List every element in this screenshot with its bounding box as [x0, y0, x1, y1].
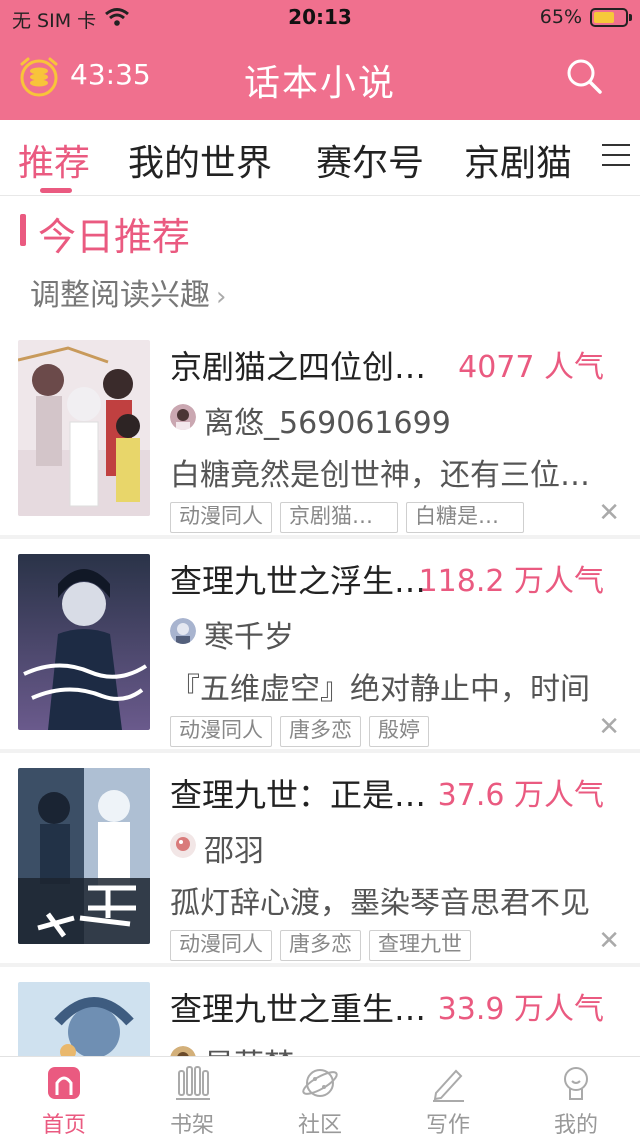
pen-write-icon: [433, 1069, 464, 1102]
tag-list: 动漫同人京剧猫之四位白糖是创世神: [170, 502, 532, 534]
book-cover-image: [18, 982, 150, 1056]
book-title[interactable]: 京剧猫之四位创世神: [170, 342, 440, 388]
book-description: 孤灯辞心渡，墨染琴音思君不见: [170, 886, 590, 921]
tab-jingjumao[interactable]: 京剧猫: [464, 134, 572, 186]
tag-list: 动漫同人 唐多恋 殷婷: [170, 716, 437, 748]
nav-bookshelf[interactable]: 书架: [128, 1063, 256, 1139]
tag[interactable]: 唐多恋: [280, 716, 361, 747]
nav-label: 我的: [553, 1113, 598, 1138]
dismiss-icon[interactable]: ✕: [598, 926, 620, 956]
list-item[interactable]: 京剧猫之四位创世神 4077 人气 离悠_569061699 白糖竟然是创世神，…: [0, 326, 640, 540]
profile-icon: [564, 1067, 588, 1100]
top-bar: 无 SIM 卡 20:13 65% 43:35 话本小说: [0, 0, 640, 120]
app-title: 话本小说: [243, 63, 396, 104]
tag[interactable]: 京剧猫之四位: [280, 502, 398, 533]
book-description: 白糖竟然是创世神，还有三位创世神: [170, 458, 606, 493]
battery-icon: [590, 8, 632, 27]
bookshelf-icon: [176, 1066, 210, 1100]
book-description: 『五维虚空』绝对静止中，时间: [170, 672, 590, 707]
tag[interactable]: 动漫同人: [170, 502, 272, 533]
tab-minecraft[interactable]: 我的世界: [128, 134, 272, 186]
tag[interactable]: 白糖是创世神: [406, 502, 524, 533]
adjust-interest-link[interactable]: 调整阅读兴趣 ›: [30, 270, 226, 314]
avatar: [170, 1046, 196, 1056]
tag[interactable]: 唐多恋: [280, 930, 361, 961]
tab-seer[interactable]: 赛尔号: [316, 134, 424, 186]
list-item[interactable]: 查理九世之重生之路 33.9 万人气 星萤梦: [0, 968, 640, 1056]
active-tab-indicator: [40, 188, 72, 193]
book-cover-image: [18, 768, 150, 944]
popularity-count: 37.6 万人气: [437, 778, 604, 813]
dismiss-icon[interactable]: ✕: [598, 498, 620, 528]
home-icon: [48, 1067, 80, 1099]
tab-recommend[interactable]: 推荐: [18, 134, 90, 186]
popularity-count: 4077 人气: [458, 350, 604, 385]
category-tabs: 推荐 我的世界 赛尔号 京剧猫: [0, 120, 640, 196]
book-cover-image: [18, 340, 150, 516]
tag[interactable]: 动漫同人: [170, 716, 272, 747]
author-name: 离悠_569061699: [204, 406, 451, 441]
author-name: 星萤梦: [204, 1040, 294, 1056]
dismiss-icon[interactable]: ✕: [598, 712, 620, 742]
tag[interactable]: 殷婷: [369, 716, 429, 747]
list-item[interactable]: 查理九世：正是少年时 37.6 万人气 邵羽 孤灯辞心渡，墨染琴音思君不见 动漫…: [0, 754, 640, 968]
tag[interactable]: 查理九世: [369, 930, 471, 961]
hamburger-menu-icon[interactable]: [602, 144, 630, 172]
book-title[interactable]: 查理九世：正是少年时: [170, 770, 440, 816]
author-name: 邵羽: [204, 834, 264, 869]
avatar: [170, 404, 196, 430]
nav-label: 写作: [425, 1113, 470, 1138]
divider: [0, 749, 640, 753]
nav-write[interactable]: 写作: [384, 1063, 512, 1139]
chevron-right-icon: ›: [216, 282, 227, 312]
tag-list: 动漫同人 唐多恋 查理九世: [170, 930, 479, 962]
book-title[interactable]: 查理九世之浮生物语: [170, 556, 440, 602]
divider: [0, 535, 640, 539]
section-title: 今日推荐: [38, 215, 191, 259]
nav-profile[interactable]: 我的: [512, 1063, 640, 1139]
section-marker: [20, 214, 26, 246]
avatar: [170, 832, 196, 858]
popularity-count: 118.2 万人气: [418, 564, 604, 599]
battery-percent: 65%: [539, 6, 582, 28]
avatar: [170, 618, 196, 644]
nav-community[interactable]: 社区: [256, 1063, 384, 1139]
search-icon[interactable]: [564, 56, 604, 96]
adjust-interest-label: 调整阅读兴趣: [30, 278, 210, 313]
nav-label: 书架: [169, 1113, 214, 1138]
nav-label: 首页: [41, 1113, 86, 1138]
author-name: 寒千岁: [204, 620, 294, 655]
status-bar: 无 SIM 卡 20:13 65%: [0, 0, 640, 36]
popularity-count: 33.9 万人气: [437, 992, 604, 1027]
tag[interactable]: 动漫同人: [170, 930, 272, 961]
bottom-nav: 首页 书架 社区 写作 我的: [0, 1056, 640, 1139]
list-item[interactable]: 查理九世之浮生物语 118.2 万人气 寒千岁 『五维虚空』绝对静止中，时间 动…: [0, 540, 640, 754]
nav-label: 社区: [297, 1113, 342, 1138]
app-header: 43:35 话本小说: [0, 40, 640, 116]
nav-home[interactable]: 首页: [0, 1063, 128, 1139]
community-planet-icon: [302, 1069, 338, 1097]
divider: [0, 963, 640, 967]
book-cover-image: [18, 554, 150, 730]
book-title[interactable]: 查理九世之重生之路: [170, 984, 440, 1030]
